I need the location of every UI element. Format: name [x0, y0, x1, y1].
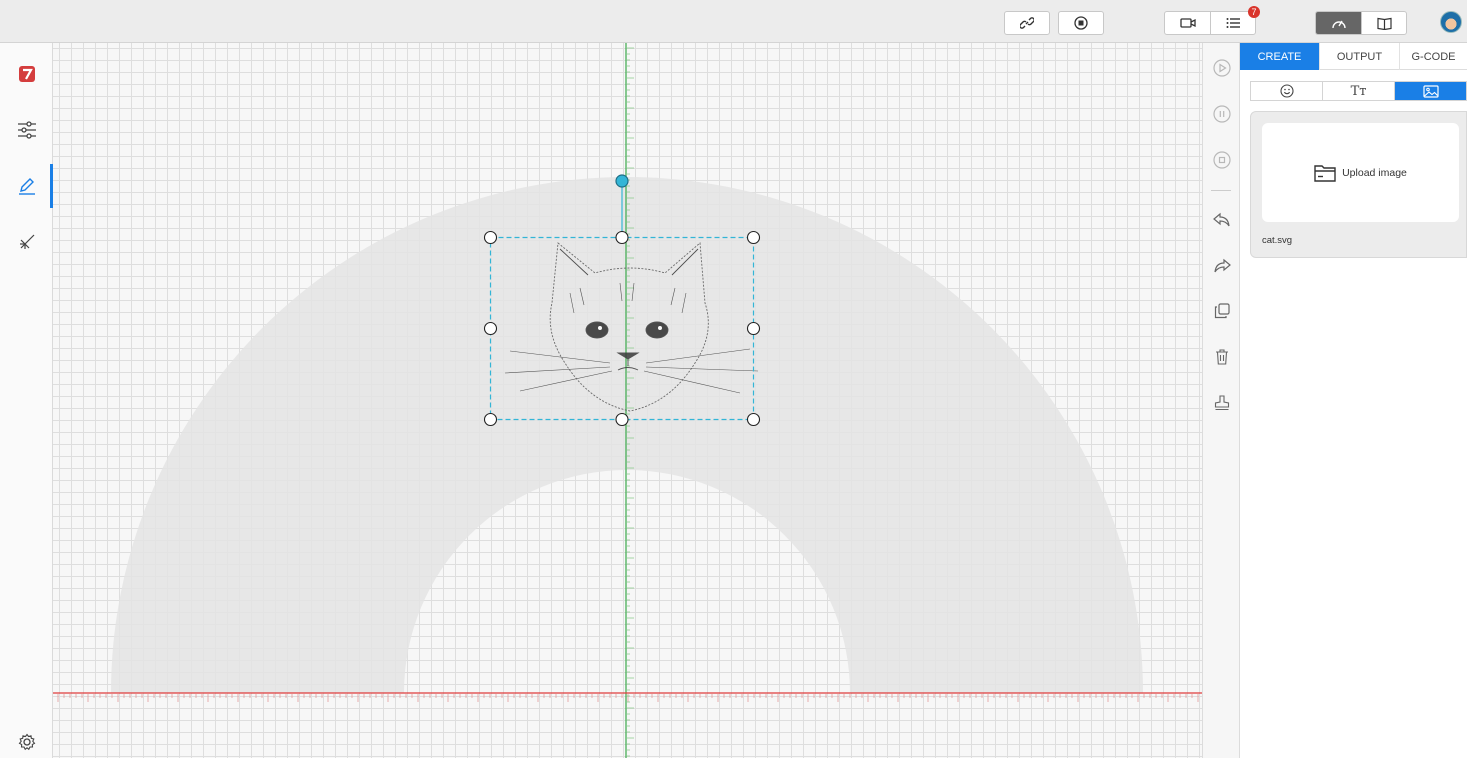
- trash-icon: [1216, 349, 1228, 365]
- list-icon: [1226, 18, 1240, 28]
- upload-label: Upload image: [1342, 166, 1407, 179]
- redo-button[interactable]: [1203, 251, 1241, 281]
- link-icon: [1020, 17, 1034, 29]
- undo-icon: [1213, 212, 1230, 227]
- resize-handle: [615, 412, 629, 427]
- work-area-arc: [111, 177, 1143, 693]
- upload-image-button[interactable]: Upload image: [1262, 123, 1459, 222]
- nav-preferences[interactable]: [0, 727, 53, 757]
- resize-handle: [483, 230, 498, 245]
- play-icon: [1213, 59, 1231, 77]
- nav-home[interactable]: [0, 52, 53, 96]
- subtab-text[interactable]: Tт: [1322, 82, 1394, 100]
- docs-button[interactable]: [1361, 12, 1406, 34]
- undo-button[interactable]: [1203, 205, 1241, 235]
- app-logo-icon: [18, 66, 35, 82]
- image-icon: [1422, 84, 1439, 98]
- link-button[interactable]: [1004, 11, 1050, 35]
- resize-handle: [615, 230, 629, 245]
- user-avatar[interactable]: [1440, 11, 1462, 33]
- resize-handle: [483, 412, 498, 427]
- smiley-icon: [1279, 84, 1294, 98]
- resize-handle: [746, 321, 761, 336]
- pen-icon: [18, 178, 35, 195]
- rotate-handle: [615, 174, 629, 188]
- tab-create[interactable]: CREATE: [1240, 43, 1320, 70]
- uploaded-file-name[interactable]: cat.svg: [1262, 235, 1292, 246]
- stop-button[interactable]: [1058, 11, 1104, 35]
- laser-icon: [19, 234, 34, 249]
- right-panel: CREATE OUTPUT G-CODE Tт Upload image cat…: [1240, 43, 1467, 758]
- camera-icon: [1179, 18, 1196, 28]
- nav-laser[interactable]: [0, 220, 53, 264]
- tool-column: [1202, 43, 1240, 758]
- nav-create[interactable]: [0, 164, 53, 208]
- work-canvas[interactable]: [53, 43, 1202, 758]
- duplicate-icon: [1214, 303, 1230, 319]
- pause-icon: [1213, 105, 1231, 123]
- resize-handle: [483, 321, 498, 336]
- settings-gear-icon: [18, 733, 35, 751]
- top-bar: 7: [0, 0, 1467, 43]
- book-icon: [1376, 17, 1392, 30]
- redo-icon: [1214, 258, 1231, 273]
- stamp-icon: [1214, 395, 1230, 411]
- resize-handle: [746, 412, 761, 427]
- mode-switch-group: [1315, 11, 1407, 35]
- stamp-button[interactable]: [1203, 388, 1241, 418]
- stop-job-button[interactable]: [1203, 145, 1241, 175]
- resize-handle: [746, 230, 761, 245]
- create-subtabs: Tт: [1250, 81, 1467, 101]
- notification-badge: 7: [1248, 6, 1260, 18]
- tab-gcode[interactable]: G-CODE: [1400, 43, 1467, 70]
- panel-tabs: CREATE OUTPUT G-CODE: [1240, 43, 1467, 70]
- sliders-icon: [17, 121, 36, 139]
- subtab-image[interactable]: [1394, 82, 1466, 100]
- camera-button[interactable]: [1165, 12, 1210, 34]
- left-navigation: [0, 43, 53, 758]
- play-button[interactable]: [1203, 53, 1241, 83]
- speed-mode-button[interactable]: [1316, 12, 1361, 34]
- folder-icon: [1314, 164, 1336, 182]
- stop-circle-icon: [1074, 16, 1088, 30]
- tab-output[interactable]: OUTPUT: [1320, 43, 1400, 70]
- text-icon: Tт: [1350, 83, 1367, 99]
- speed-gauge-icon: [1331, 20, 1346, 29]
- duplicate-button[interactable]: [1203, 296, 1241, 326]
- tool-separator: [1211, 190, 1231, 191]
- pause-button[interactable]: [1203, 99, 1241, 129]
- delete-button[interactable]: [1203, 342, 1241, 372]
- camera-list-group: [1164, 11, 1256, 35]
- subtab-emoji[interactable]: [1251, 82, 1322, 100]
- nav-settings-sliders[interactable]: [0, 108, 53, 152]
- stop-icon: [1213, 151, 1231, 169]
- upload-card: Upload image cat.svg: [1250, 111, 1467, 258]
